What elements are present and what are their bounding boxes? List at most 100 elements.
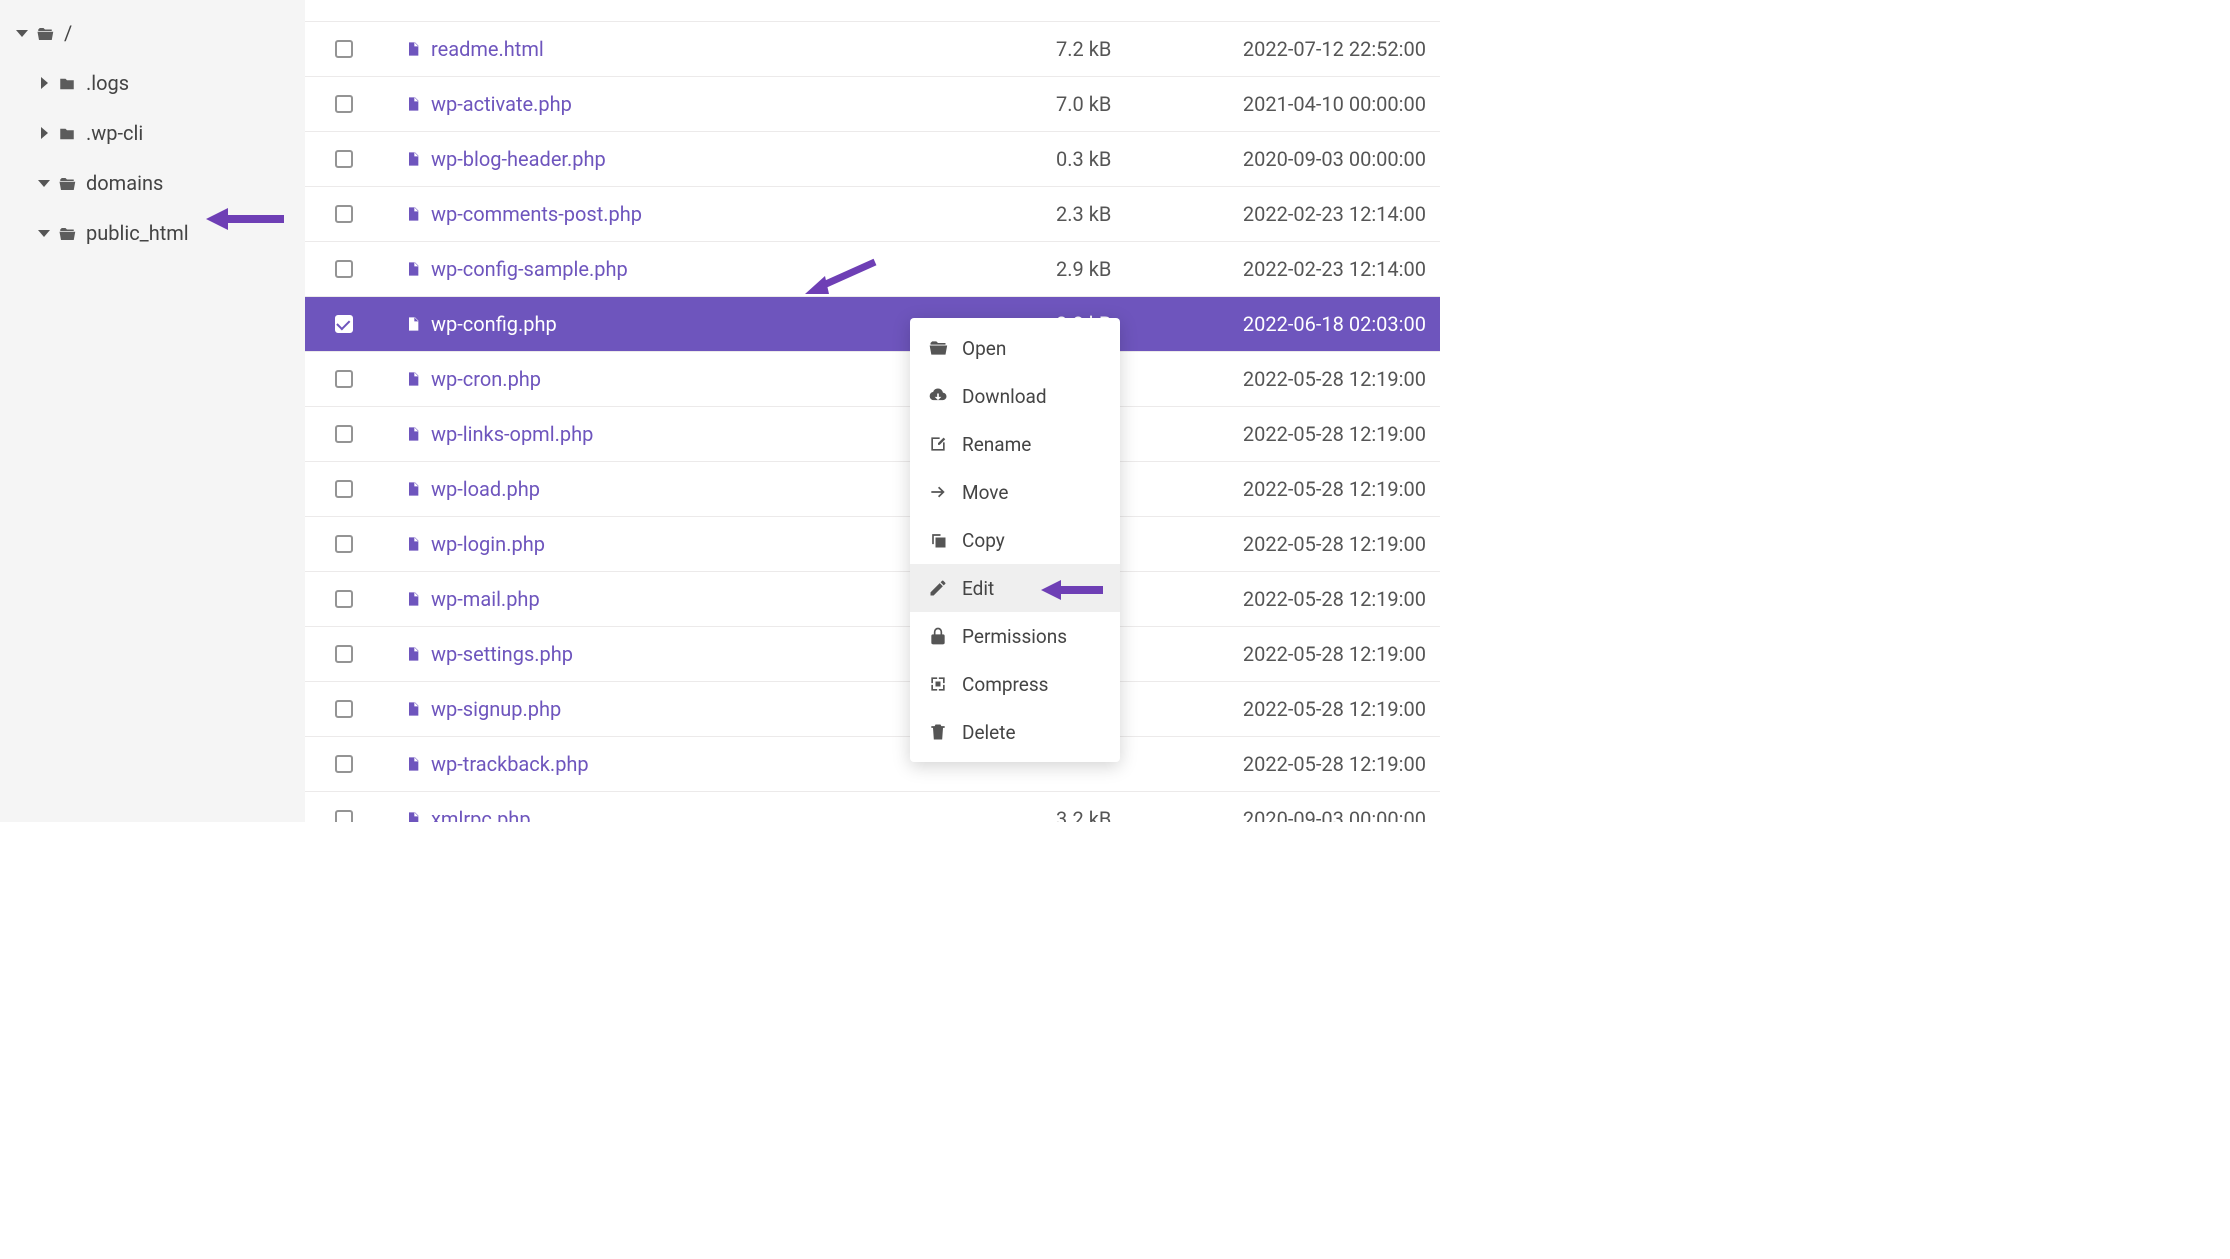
row-checkbox[interactable] xyxy=(335,810,353,822)
tree-item-wpcli[interactable]: .wp-cli xyxy=(6,108,299,158)
row-checkbox[interactable] xyxy=(335,370,353,388)
row-checkbox[interactable] xyxy=(335,480,353,498)
table-row[interactable]: wp-login.php 2022-05-28 12:19:00 xyxy=(305,517,1440,572)
file-date: 2022-05-28 12:19:00 xyxy=(1216,422,1426,446)
table-row[interactable]: wp-mail.php2022-05-28 12:19:00 xyxy=(305,572,1440,627)
file-icon xyxy=(405,149,421,169)
file-icon xyxy=(405,204,421,224)
table-row[interactable]: wp-trackback.php2022-05-28 12:19:00 xyxy=(305,737,1440,792)
row-checkbox[interactable] xyxy=(335,315,353,333)
context-menu-edit[interactable]: Edit xyxy=(910,564,1120,612)
context-menu-copy[interactable]: Copy xyxy=(910,516,1120,564)
file-icon xyxy=(405,94,421,114)
folder-icon xyxy=(56,124,78,142)
sidebar: / .logs .wp-cli domains public_html xyxy=(0,0,305,822)
file-icon xyxy=(405,424,421,444)
file-icon xyxy=(405,699,421,719)
file-date: 2022-05-28 12:19:00 xyxy=(1216,532,1426,556)
table-row[interactable]: wp-config-sample.php 2.9 kB2022-02-23 12:… xyxy=(305,242,1440,297)
file-icon xyxy=(405,809,421,822)
context-menu-label: Open xyxy=(962,337,1006,360)
table-row[interactable]: wp-signup.php2022-05-28 12:19:00 xyxy=(305,682,1440,737)
tree-root[interactable]: / xyxy=(6,8,299,58)
context-menu-download[interactable]: Download xyxy=(910,372,1120,420)
tree-item-label: public_html xyxy=(86,221,189,245)
chevron-right-icon[interactable] xyxy=(32,127,56,139)
table-row[interactable]: readme.html7.2 kB2022-07-12 22:52:00 xyxy=(305,22,1440,77)
tree-item-publichtml[interactable]: public_html xyxy=(6,208,299,258)
table-row[interactable]: wp-settings.php 2022-05-28 12:19:00 xyxy=(305,627,1440,682)
file-name: wp-activate.php xyxy=(431,92,572,116)
table-row[interactable]: wp-cron.php 2022-05-28 12:19:00 xyxy=(305,352,1440,407)
context-menu-delete[interactable]: Delete xyxy=(910,708,1120,756)
file-name: wp-comments-post.php xyxy=(431,202,642,226)
table-row[interactable]: wp-load.php2022-05-28 12:19:00 xyxy=(305,462,1440,517)
lock-icon xyxy=(928,626,948,646)
table-row-partial xyxy=(305,0,1440,22)
pencil-icon xyxy=(928,578,948,598)
row-checkbox[interactable] xyxy=(335,40,353,58)
row-checkbox[interactable] xyxy=(335,425,353,443)
table-row[interactable]: wp-comments-post.php 2.3 kB2022-02-23 12:… xyxy=(305,187,1440,242)
context-menu-move[interactable]: Move xyxy=(910,468,1120,516)
tree-item-domains[interactable]: domains xyxy=(6,158,299,208)
tree-item-label: .wp-cli xyxy=(86,121,143,145)
file-name: wp-links-opml.php xyxy=(431,422,593,446)
file-size: 3.2 kB xyxy=(1056,807,1216,822)
file-list: readme.html7.2 kB2022-07-12 22:52:00wp-a… xyxy=(305,0,1440,822)
context-menu-rename[interactable]: Rename xyxy=(910,420,1120,468)
context-menu-label: Download xyxy=(962,385,1047,408)
context-menu-label: Copy xyxy=(962,529,1005,552)
table-row[interactable]: wp-activate.php7.0 kB2021-04-10 00:00:00 xyxy=(305,77,1440,132)
file-icon xyxy=(405,589,421,609)
file-size: 0.3 kB xyxy=(1056,147,1216,171)
row-checkbox[interactable] xyxy=(335,260,353,278)
file-date: 2020-09-03 00:00:00 xyxy=(1216,147,1426,171)
context-menu-compress[interactable]: Compress xyxy=(910,660,1120,708)
row-checkbox[interactable] xyxy=(335,645,353,663)
tree-item-logs[interactable]: .logs xyxy=(6,58,299,108)
file-name: xmlrpc.php xyxy=(431,807,531,822)
file-size: 2.3 kB xyxy=(1056,202,1216,226)
chevron-down-icon[interactable] xyxy=(10,30,34,37)
file-date: 2022-02-23 12:14:00 xyxy=(1216,257,1426,281)
context-menu-label: Move xyxy=(962,481,1008,504)
file-name: wp-settings.php xyxy=(431,642,573,666)
row-checkbox[interactable] xyxy=(335,535,353,553)
file-date: 2022-02-23 12:14:00 xyxy=(1216,202,1426,226)
file-date: 2022-05-28 12:19:00 xyxy=(1216,642,1426,666)
compress-icon xyxy=(928,674,948,694)
folder-open-icon xyxy=(928,338,948,358)
table-row[interactable]: wp-config.php2.8 kB2022-06-18 02:03:00 xyxy=(305,297,1440,352)
file-size: 2.9 kB xyxy=(1056,257,1216,281)
table-row[interactable]: xmlrpc.php 3.2 kB2020-09-03 00:00:00 xyxy=(305,792,1440,822)
file-name: wp-cron.php xyxy=(431,367,541,391)
row-checkbox[interactable] xyxy=(335,205,353,223)
file-icon xyxy=(405,314,421,334)
context-menu-label: Delete xyxy=(962,721,1016,744)
context-menu: Open Download Rename Move Copy EditPermission… xyxy=(910,318,1120,762)
file-date: 2021-04-10 00:00:00 xyxy=(1216,92,1426,116)
chevron-down-icon[interactable] xyxy=(32,180,56,187)
arrow-right-icon xyxy=(928,482,948,502)
file-icon xyxy=(405,39,421,59)
chevron-down-icon[interactable] xyxy=(32,230,56,237)
row-checkbox[interactable] xyxy=(335,590,353,608)
table-row[interactable]: wp-blog-header.php0.3 kB2020-09-03 00:00… xyxy=(305,132,1440,187)
file-date: 2022-05-28 12:19:00 xyxy=(1216,367,1426,391)
context-menu-open[interactable]: Open xyxy=(910,324,1120,372)
file-name: wp-login.php xyxy=(431,532,545,556)
chevron-right-icon[interactable] xyxy=(32,77,56,89)
row-checkbox[interactable] xyxy=(335,755,353,773)
row-checkbox[interactable] xyxy=(335,95,353,113)
context-menu-permissions[interactable]: Permissions xyxy=(910,612,1120,660)
table-row[interactable]: wp-links-opml.php 2022-05-28 12:19:00 xyxy=(305,407,1440,462)
file-date: 2022-05-28 12:19:00 xyxy=(1216,477,1426,501)
file-date: 2020-09-03 00:00:00 xyxy=(1216,807,1426,822)
file-name: wp-mail.php xyxy=(431,587,540,611)
context-menu-label: Compress xyxy=(962,673,1048,696)
file-name: wp-config-sample.php xyxy=(431,257,628,281)
row-checkbox[interactable] xyxy=(335,150,353,168)
row-checkbox[interactable] xyxy=(335,700,353,718)
file-date: 2022-07-12 22:52:00 xyxy=(1216,37,1426,61)
